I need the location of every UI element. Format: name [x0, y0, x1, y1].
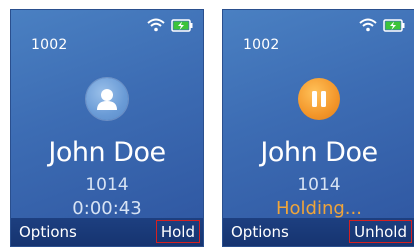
call-screen-holding: 1002 John Doe 1014 Holding... Options Un…: [222, 9, 414, 247]
holding-status: Holding...: [276, 198, 362, 219]
contact-name: John Doe: [48, 137, 166, 168]
status-bar: [359, 18, 405, 32]
wifi-icon: [359, 18, 377, 32]
status-bar: [147, 18, 193, 32]
call-screen-active: 1002 John Doe 1014 0:00:43 Options Hold: [10, 9, 204, 247]
hold-softkey[interactable]: Hold: [155, 220, 200, 243]
options-softkey[interactable]: Options: [19, 223, 77, 241]
contact-icon: [97, 89, 117, 110]
extension-number: 1002: [31, 37, 68, 53]
battery-charging-icon: [171, 18, 193, 32]
call-timer: 0:00:43: [72, 198, 142, 219]
contact-avatar: [86, 78, 128, 120]
pause-icon: [312, 91, 326, 107]
hold-avatar: [298, 78, 340, 120]
extension-number: 1002: [243, 37, 280, 53]
contact-number: 1014: [85, 175, 129, 195]
wifi-icon: [147, 18, 165, 32]
contact-name: John Doe: [260, 137, 378, 168]
softkey-bar: Options Hold: [11, 218, 203, 246]
options-softkey[interactable]: Options: [231, 223, 289, 241]
softkey-bar: Options Unhold: [223, 218, 414, 246]
unhold-softkey[interactable]: Unhold: [349, 220, 412, 243]
battery-charging-icon: [383, 18, 405, 32]
contact-number: 1014: [297, 175, 341, 195]
